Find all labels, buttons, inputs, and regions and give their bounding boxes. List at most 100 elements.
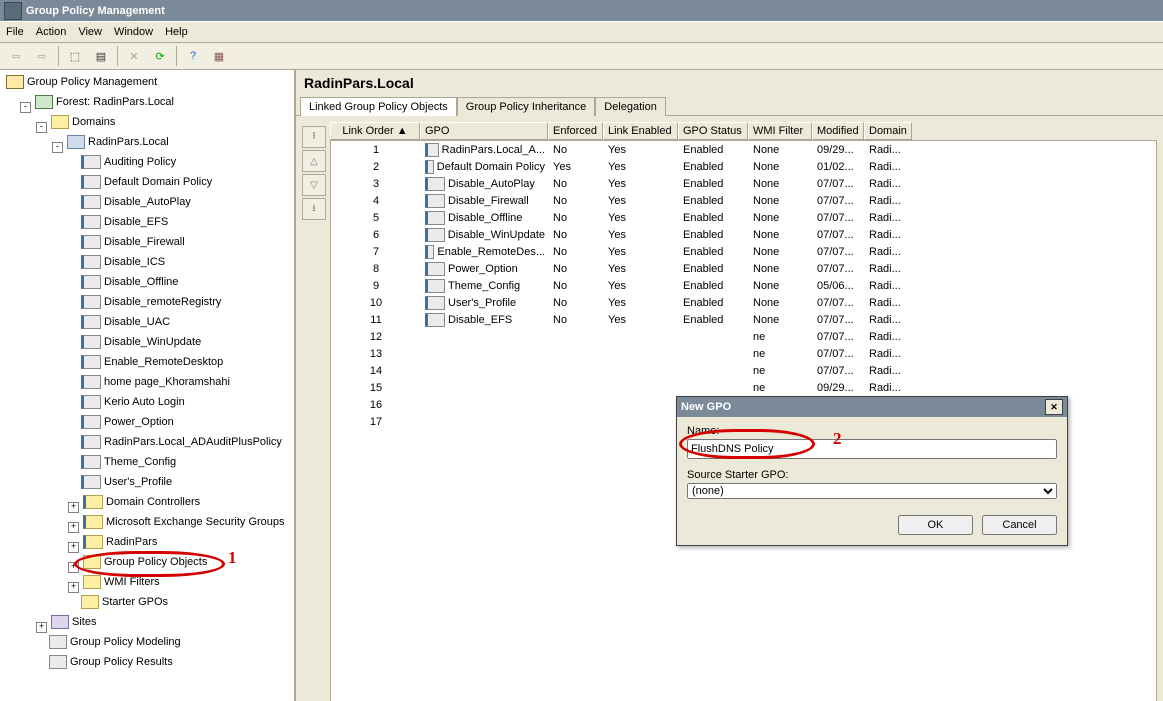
console-tree[interactable]: Group Policy Management -Forest: RadinPa… — [0, 70, 296, 701]
tree-domain[interactable]: RadinPars.Local — [65, 134, 171, 150]
starter-gpo-select[interactable]: (none) — [687, 483, 1057, 499]
col-link-enabled[interactable]: Link Enabled — [603, 122, 678, 140]
export-button[interactable]: ▦ — [207, 44, 231, 68]
col-gpo[interactable]: GPO — [420, 122, 548, 140]
delete-button[interactable]: ✕ — [122, 44, 146, 68]
col-modified[interactable]: Modified — [812, 122, 864, 140]
table-row[interactable]: 12ne07/07...Radi... — [331, 328, 1156, 345]
tree-gpo-link[interactable]: Auditing Policy — [79, 154, 178, 170]
tab-delegation[interactable]: Delegation — [595, 97, 666, 116]
table-row[interactable]: 10User's_ProfileNoYesEnabledNone07/07...… — [331, 294, 1156, 311]
table-row[interactable]: 13ne07/07...Radi... — [331, 345, 1156, 362]
menu-window[interactable]: Window — [114, 26, 153, 38]
col-gpo-status[interactable]: GPO Status — [678, 122, 748, 140]
move-up-button[interactable]: △ — [302, 150, 326, 172]
move-bottom-button[interactable]: ⭳ — [302, 198, 326, 220]
app-icon — [4, 2, 22, 20]
toggle-ou-dc[interactable]: + — [68, 502, 79, 513]
refresh-button[interactable]: ⟳ — [148, 44, 172, 68]
tree-sites[interactable]: Sites — [49, 614, 98, 630]
tree-gpo-link[interactable]: Disable_remoteRegistry — [79, 294, 223, 310]
details-title: RadinPars.Local — [296, 70, 1163, 96]
tree-forest[interactable]: Forest: RadinPars.Local — [33, 94, 176, 110]
tree-gpo-link[interactable]: Enable_RemoteDesktop — [79, 354, 225, 370]
menu-help[interactable]: Help — [165, 26, 188, 38]
menu-view[interactable]: View — [78, 26, 102, 38]
menu-bar: File Action View Window Help — [0, 21, 1163, 43]
menu-file[interactable]: File — [6, 26, 24, 38]
tree-gpo-link[interactable]: Kerio Auto Login — [79, 394, 187, 410]
tree-domains[interactable]: Domains — [49, 114, 117, 130]
gpo-link-icon — [425, 143, 439, 157]
col-enforced[interactable]: Enforced — [548, 122, 603, 140]
toggle-wmi[interactable]: + — [68, 582, 79, 593]
tree-gp-modeling[interactable]: Group Policy Modeling — [47, 634, 183, 650]
table-row[interactable]: 11Disable_EFSNoYesEnabledNone07/07...Rad… — [331, 311, 1156, 328]
tree-ou-domain-controllers[interactable]: Domain Controllers — [81, 494, 202, 510]
table-row[interactable]: 6Disable_WinUpdateNoYesEnabledNone07/07.… — [331, 226, 1156, 243]
table-row[interactable]: 3Disable_AutoPlayNoYesEnabledNone07/07..… — [331, 175, 1156, 192]
tree-gpo-link[interactable]: Disable_ICS — [79, 254, 167, 270]
name-input[interactable] — [687, 439, 1057, 459]
ok-button[interactable]: OK — [898, 515, 973, 535]
show-hide-button[interactable]: ▤ — [89, 44, 113, 68]
toggle-ou-exch[interactable]: + — [68, 522, 79, 533]
starter-label: Source Starter GPO: — [687, 469, 1057, 481]
gpo-link-icon — [425, 296, 445, 310]
tree-group-policy-objects[interactable]: Group Policy Objects — [81, 554, 209, 570]
forward-button[interactable]: ⇨ — [30, 44, 54, 68]
toggle-domain[interactable]: - — [52, 142, 63, 153]
table-row[interactable]: 2Default Domain PolicyYesYesEnabledNone0… — [331, 158, 1156, 175]
tree-gpo-link[interactable]: Power_Option — [79, 414, 176, 430]
tree-gpo-link[interactable]: Disable_UAC — [79, 314, 172, 330]
toggle-sites[interactable]: + — [36, 622, 47, 633]
tree-gpo-link[interactable]: Default Domain Policy — [79, 174, 214, 190]
tree-gp-results[interactable]: Group Policy Results — [47, 654, 175, 670]
cancel-button[interactable]: Cancel — [982, 515, 1057, 535]
tree-ou-exchange-security-groups[interactable]: Microsoft Exchange Security Groups — [81, 514, 287, 530]
table-row[interactable]: 14ne07/07...Radi... — [331, 362, 1156, 379]
tab-inheritance[interactable]: Group Policy Inheritance — [457, 97, 595, 116]
toggle-forest[interactable]: - — [20, 102, 31, 113]
move-down-button[interactable]: ▽ — [302, 174, 326, 196]
tab-strip: Linked Group Policy Objects Group Policy… — [296, 96, 1163, 116]
tree-gpo-link[interactable]: Disable_Offline — [79, 274, 180, 290]
tab-linked-gpo[interactable]: Linked Group Policy Objects — [300, 97, 457, 116]
tree-gpo-link[interactable]: home page_Khoramshahi — [79, 374, 232, 390]
tree-gpo-link[interactable]: Disable_AutoPlay — [79, 194, 193, 210]
col-link-order[interactable]: Link Order ▲ — [330, 122, 420, 140]
help-button[interactable]: ? — [181, 44, 205, 68]
tree-root[interactable]: Group Policy Management — [4, 74, 159, 90]
table-row[interactable]: 4Disable_FirewallNoYesEnabledNone07/07..… — [331, 192, 1156, 209]
up-button[interactable]: ⬚ — [63, 44, 87, 68]
table-row[interactable]: 9Theme_ConfigNoYesEnabledNone05/06...Rad… — [331, 277, 1156, 294]
table-row[interactable]: 7Enable_RemoteDes...NoYesEnabledNone07/0… — [331, 243, 1156, 260]
tree-wmi-filters[interactable]: WMI Filters — [81, 574, 162, 590]
gpo-link-icon — [425, 160, 434, 174]
dialog-titlebar[interactable]: New GPO ✕ — [677, 397, 1067, 417]
tree-gpo-link[interactable]: Theme_Config — [79, 454, 178, 470]
toggle-ou-radinpars[interactable]: + — [68, 542, 79, 553]
tree-ou-radinpars[interactable]: RadinPars — [81, 534, 159, 550]
dialog-close-button[interactable]: ✕ — [1045, 399, 1063, 415]
move-top-button[interactable]: ⭱ — [302, 126, 326, 148]
tree-gpo-link[interactable]: Disable_WinUpdate — [79, 334, 203, 350]
col-domain[interactable]: Domain — [864, 122, 912, 140]
details-pane: RadinPars.Local Linked Group Policy Obje… — [296, 70, 1163, 701]
back-button[interactable]: ⇦ — [4, 44, 28, 68]
toggle-domains[interactable]: - — [36, 122, 47, 133]
col-wmi-filter[interactable]: WMI Filter — [748, 122, 812, 140]
tree-gpo-link[interactable]: Disable_EFS — [79, 214, 170, 230]
tree-gpo-link[interactable]: RadinPars.Local_ADAuditPlusPolicy — [79, 434, 284, 450]
table-row[interactable]: 5Disable_OfflineNoYesEnabledNone07/07...… — [331, 209, 1156, 226]
tree-starter-gpos[interactable]: Starter GPOs — [79, 594, 170, 610]
new-gpo-dialog: New GPO ✕ Name: 2 Source Starter GPO: (n… — [676, 396, 1068, 546]
menu-action[interactable]: Action — [36, 26, 67, 38]
tree-gpo-link[interactable]: User's_Profile — [79, 474, 174, 490]
table-row[interactable]: 15ne09/29...Radi... — [331, 379, 1156, 396]
table-row[interactable]: 1RadinPars.Local_A...NoYesEnabledNone09/… — [331, 141, 1156, 158]
toggle-gpo-container[interactable]: + — [68, 562, 79, 573]
gpo-link-icon — [425, 194, 445, 208]
table-row[interactable]: 8Power_OptionNoYesEnabledNone07/07...Rad… — [331, 260, 1156, 277]
tree-gpo-link[interactable]: Disable_Firewall — [79, 234, 187, 250]
